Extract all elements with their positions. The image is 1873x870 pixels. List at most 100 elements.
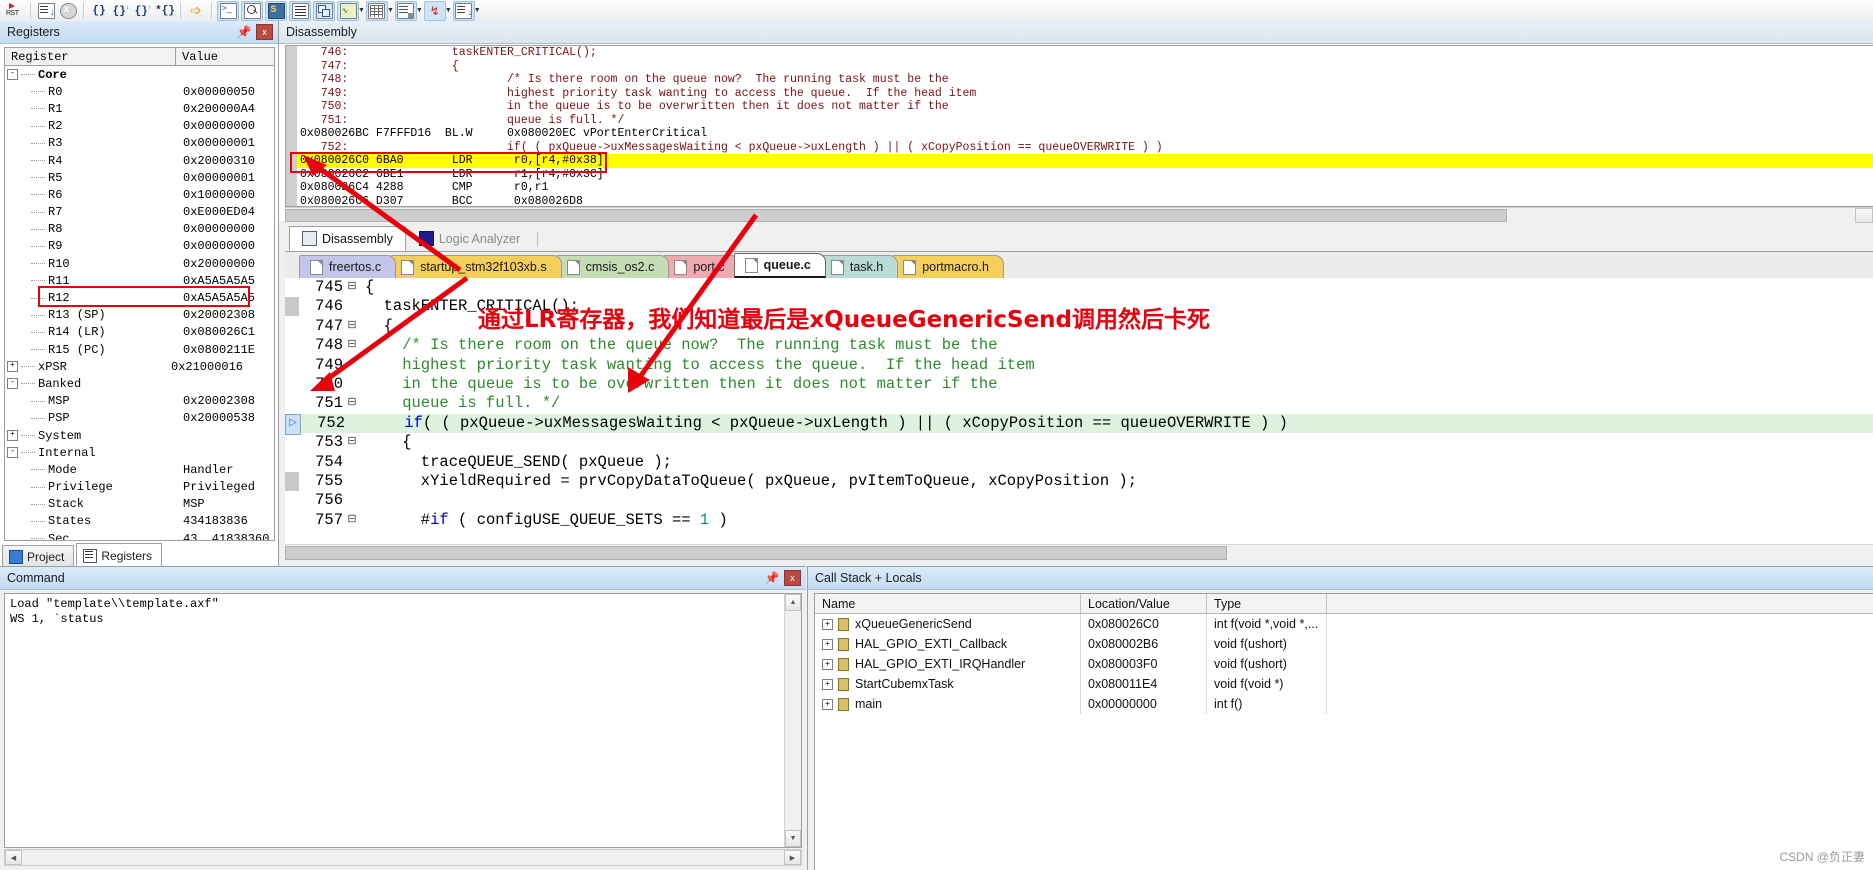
disassembly-line[interactable]: 0x080026C4 4288 CMP r0,r1 xyxy=(286,181,1873,195)
analysis-dropdown-arrow-icon[interactable]: ▼ xyxy=(445,7,452,14)
callstack-row[interactable]: + main 0x00000000 int f() xyxy=(815,694,1873,714)
callstack-row[interactable]: + HAL_GPIO_EXTI_Callback 0x080002B6 void f(… xyxy=(815,634,1873,654)
disassembly-hscrollbar[interactable] xyxy=(285,207,1873,223)
disassembly-line[interactable]: 747: { xyxy=(286,60,1873,74)
symbols-window-button[interactable]: S xyxy=(265,0,287,21)
register-row[interactable]: + System xyxy=(5,427,274,444)
editor-hscrollbar[interactable] xyxy=(285,544,1873,560)
command-hscrollbar[interactable]: ◀ ▶ xyxy=(4,849,802,866)
register-row[interactable]: R11 0xA5A5A5A5 xyxy=(5,272,274,289)
register-row[interactable]: R4 0x20000310 xyxy=(5,152,274,169)
disassembly-line[interactable]: 0x080026C6 D307 BCC 0x080026D8 xyxy=(286,195,1873,207)
tree-toggle-icon[interactable]: + xyxy=(822,638,833,650)
disassembly-window-button[interactable] xyxy=(241,0,263,21)
fold-toggle-icon[interactable] xyxy=(345,375,359,394)
disassembly-line[interactable]: 0x080026BC F7FFFD16 BL.W 0x080020EC vPor… xyxy=(286,127,1873,141)
tree-toggle-icon[interactable]: + xyxy=(7,430,18,442)
register-row[interactable]: - Core xyxy=(5,66,274,83)
disassembly-line[interactable]: 0x080026C0 6BA0 LDR r0,[r4,#0x38] xyxy=(286,154,1873,168)
code-line[interactable]: 753 ⊟ { xyxy=(285,433,1873,452)
command-vscrollbar[interactable]: ▲ ▼ xyxy=(784,594,801,847)
command-output[interactable]: Load "template\\template.axf" WS 1, `stat… xyxy=(4,593,802,848)
fold-toggle-icon[interactable]: ⊟ xyxy=(345,336,359,355)
command-window-button[interactable]: >_ xyxy=(217,0,239,21)
code-line[interactable]: 750 in the queue is to be overwritten th… xyxy=(285,375,1873,394)
reset-cpu-button[interactable]: RST xyxy=(5,2,25,20)
disassembly-line[interactable]: 748: /* Is there room on the queue now? … xyxy=(286,73,1873,87)
fold-toggle-icon[interactable] xyxy=(345,491,359,510)
tree-toggle-icon[interactable]: - xyxy=(7,447,18,459)
command-scroll-up-button[interactable]: ▲ xyxy=(785,594,801,611)
watch-window-button[interactable]: ∿ xyxy=(337,0,359,21)
trace-dropdown-arrow-icon[interactable]: ▼ xyxy=(474,7,481,14)
register-row[interactable]: PSP 0x20000538 xyxy=(5,410,274,427)
file-tab-freertos-c[interactable]: freertos.c xyxy=(299,255,397,278)
register-row[interactable]: - Internal xyxy=(5,444,274,461)
file-tab-queue-c[interactable]: queue.c xyxy=(733,253,826,278)
code-line[interactable]: 754 traceQUEUE_SEND( pxQueue ); xyxy=(285,453,1873,472)
disassembly-line[interactable]: 746: taskENTER_CRITICAL(); xyxy=(286,46,1873,60)
code-line[interactable]: 757 ⊟ #if ( configUSE_QUEUE_SETS == 1 ) xyxy=(285,511,1873,530)
step-out-button[interactable]: {}↑ xyxy=(133,2,153,20)
code-line[interactable]: 749 highest priority task wanting to acc… xyxy=(285,356,1873,375)
register-row[interactable]: Stack MSP xyxy=(5,496,274,513)
register-row[interactable]: Sec 43. 41838360 xyxy=(5,530,274,540)
register-row[interactable]: R13 (SP) 0x20002308 xyxy=(5,307,274,324)
bottom-tab-registers[interactable]: Registers xyxy=(76,543,163,567)
tree-toggle-icon[interactable]: + xyxy=(7,361,18,373)
code-line[interactable]: 756 xyxy=(285,491,1873,510)
tab-disassembly[interactable]: Disassembly xyxy=(289,226,406,251)
fold-toggle-icon[interactable] xyxy=(345,453,359,472)
register-row[interactable]: R6 0x10000000 xyxy=(5,186,274,203)
register-row[interactable]: R7 0xE000ED04 xyxy=(5,204,274,221)
fold-toggle-icon[interactable]: ⊟ xyxy=(345,278,359,297)
col-header-value[interactable]: Value xyxy=(176,48,274,65)
run-to-cursor-button[interactable]: *{} xyxy=(155,2,175,20)
disassembly-line[interactable]: 750: in the queue is to be overwritten t… xyxy=(286,100,1873,114)
file-tab-port-c[interactable]: port.c xyxy=(663,255,740,278)
command-scroll-down-button[interactable]: ▼ xyxy=(785,830,801,847)
step-into-button[interactable]: {} xyxy=(89,2,109,20)
tree-toggle-icon[interactable]: - xyxy=(7,378,18,390)
callstack-row[interactable]: + StartCubemxTask 0x080011E4 void f(void *) xyxy=(815,674,1873,694)
file-tab-startup-stm32f103xb-s[interactable]: startup_stm32f103xb.s xyxy=(390,255,562,278)
register-row[interactable]: - Banked xyxy=(5,375,274,392)
command-scroll-right-button[interactable]: ▶ xyxy=(784,850,801,865)
code-line[interactable]: 751 ⊟ queue is full. */ xyxy=(285,394,1873,413)
register-row[interactable]: R14 (LR) 0x080026C1 xyxy=(5,324,274,341)
fold-toggle-icon[interactable] xyxy=(345,472,359,491)
step-over-button[interactable]: {}↓ xyxy=(111,2,131,20)
tree-toggle-icon[interactable]: + xyxy=(822,658,833,670)
register-row[interactable]: + xPSR 0x21000016 xyxy=(5,358,274,375)
tree-toggle-icon[interactable]: + xyxy=(822,678,833,690)
analysis-window-button[interactable]: ↯ xyxy=(423,0,446,21)
register-row[interactable]: R15 (PC) 0x0800211E xyxy=(5,341,274,358)
disassembly-line[interactable]: 752: if( ( pxQueue->uxMessagesWaiting < … xyxy=(286,141,1873,155)
serial-window-button[interactable] xyxy=(394,0,417,21)
pin-icon[interactable]: 📌 xyxy=(237,25,252,39)
code-line[interactable]: 755 xYieldRequired = prvCopyDataToQueue(… xyxy=(285,471,1873,491)
tree-toggle-icon[interactable]: + xyxy=(822,618,833,630)
register-row[interactable]: R3 0x00000001 xyxy=(5,135,274,152)
step-list-button[interactable]: ↓ xyxy=(36,2,56,20)
register-row[interactable]: MSP 0x20002308 xyxy=(5,393,274,410)
col-header-type[interactable]: Type xyxy=(1207,594,1327,613)
command-pin-icon[interactable]: 📌 xyxy=(765,571,780,585)
register-row[interactable]: Privilege Privileged xyxy=(5,479,274,496)
memory-window-button[interactable] xyxy=(365,0,388,21)
register-row[interactable]: R1 0x200000A4 xyxy=(5,100,274,117)
register-row[interactable]: R12 0xA5A5A5A5 xyxy=(5,289,274,306)
disassembly-line[interactable]: 749: highest priority task wanting to ac… xyxy=(286,87,1873,101)
register-row[interactable]: R5 0x00000001 xyxy=(5,169,274,186)
register-row[interactable]: R2 0x00000000 xyxy=(5,118,274,135)
serial-dropdown-arrow-icon[interactable]: ▼ xyxy=(416,7,423,14)
col-header-location[interactable]: Location/Value xyxy=(1081,594,1207,613)
callstack-window-button[interactable] xyxy=(313,0,335,21)
fold-toggle-icon[interactable] xyxy=(345,356,359,375)
register-row[interactable]: States 434183836 xyxy=(5,513,274,530)
callstack-row[interactable]: + xQueueGenericSend 0x080026C0 int f(void *… xyxy=(815,614,1873,634)
code-line[interactable]: 745 ⊟ { xyxy=(285,278,1873,297)
file-tab-cmsis-os2-c[interactable]: cmsis_os2.c xyxy=(555,255,670,278)
command-scroll-left-button[interactable]: ◀ xyxy=(5,850,22,865)
register-row[interactable]: R0 0x00000050 xyxy=(5,83,274,100)
